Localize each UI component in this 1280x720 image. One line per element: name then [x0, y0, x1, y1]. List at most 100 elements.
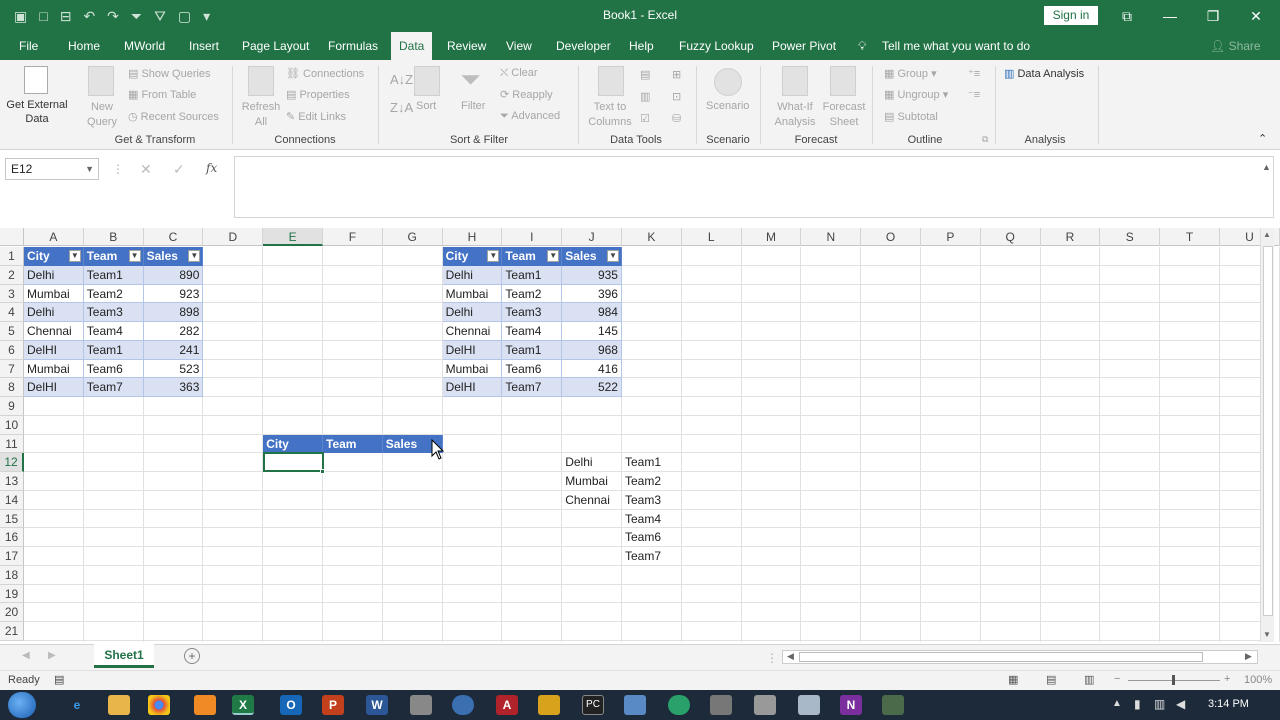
table-cell[interactable]: Team3	[502, 303, 563, 322]
tab-power-pivot[interactable]: Power Pivot	[772, 32, 836, 60]
vertical-scrollbar[interactable]: ▲ ▼	[1260, 228, 1274, 642]
filter-dropdown-icon[interactable]: ▼	[188, 250, 201, 262]
battery-icon[interactable]: ▮	[1134, 697, 1141, 711]
name-box[interactable]: E12 ▼	[5, 158, 99, 180]
show-detail-icon[interactable]: ⁺≡	[968, 67, 980, 80]
table-cell[interactable]: 145	[562, 322, 622, 341]
filter-dropdown-icon[interactable]: ▼	[606, 250, 619, 262]
show-hidden-icons[interactable]: ▲	[1112, 698, 1122, 709]
row-header-3[interactable]: 3	[0, 284, 24, 304]
volume-icon[interactable]: ◀	[1176, 697, 1185, 711]
browser-icon[interactable]	[452, 695, 474, 715]
advanced-button[interactable]: ⏷ Advanced	[500, 110, 560, 123]
fill-handle[interactable]	[320, 469, 325, 474]
ribbon-display-options-icon[interactable]: ⧉	[1112, 5, 1142, 27]
column-header-p[interactable]: P	[921, 228, 981, 246]
name-box-dropdown-icon[interactable]: ▼	[85, 159, 94, 179]
show-queries-button[interactable]: ▤ Show Queries	[128, 67, 211, 80]
flash-fill-icon[interactable]: ▤	[640, 68, 650, 81]
reapply-button[interactable]: ⟳ Reapply	[500, 88, 553, 101]
remove-duplicates-icon[interactable]: ▥	[640, 90, 650, 103]
outline-dialog-launcher-icon[interactable]: ⧉	[982, 134, 988, 145]
refresh-all-button[interactable]: Refresh All	[240, 100, 282, 130]
select-all-button[interactable]	[0, 228, 24, 246]
text-to-columns-button[interactable]: Text to Columns	[586, 100, 634, 130]
table-header-cell[interactable]: City	[263, 434, 323, 454]
relationships-icon[interactable]: ⊡	[672, 90, 681, 103]
row-header-2[interactable]: 2	[0, 265, 24, 285]
new-query-button[interactable]: New Query	[82, 100, 122, 130]
table-cell[interactable]: Team7	[83, 378, 144, 397]
formula-input[interactable]	[234, 156, 1274, 218]
table-cell[interactable]: Mumbai	[442, 359, 503, 379]
tab-data[interactable]: Data	[391, 32, 433, 60]
row-header-12[interactable]: 12	[0, 453, 24, 472]
column-header-d[interactable]: D	[203, 228, 264, 246]
tab-formulas[interactable]: Formulas	[328, 32, 378, 60]
zoom-slider-thumb[interactable]	[1172, 675, 1175, 685]
manage-data-model-icon[interactable]: ⛁	[672, 112, 681, 125]
table-cell[interactable]: Delhi	[442, 265, 503, 285]
filter-dropdown-icon[interactable]: ▼	[128, 250, 141, 262]
table-cell[interactable]: 522	[562, 378, 622, 397]
close-icon[interactable]: ✕	[1241, 5, 1271, 27]
table-header-cell[interactable]: Team	[323, 434, 383, 454]
column-header-q[interactable]: Q	[980, 228, 1041, 246]
row-header-1[interactable]: 1	[0, 247, 24, 266]
hide-detail-icon[interactable]: ⁻≡	[968, 88, 980, 101]
chrome-icon[interactable]	[148, 695, 170, 715]
what-if-analysis-button[interactable]: What-If Analysis	[768, 100, 822, 130]
list-item[interactable]: Team7	[622, 547, 682, 566]
macro-record-icon[interactable]: ▤	[54, 673, 64, 686]
table-cell[interactable]: DelHI	[24, 378, 84, 397]
filter-dropdown-icon[interactable]: ▼	[68, 250, 81, 262]
properties-button[interactable]: ▤ Properties	[286, 88, 350, 101]
table-cell[interactable]: Team7	[502, 378, 563, 397]
table-cell[interactable]: 523	[143, 359, 204, 379]
sort-za-icon[interactable]: Z↓A	[390, 100, 413, 115]
filter-dropdown-icon[interactable]: ▼	[487, 250, 500, 262]
next-sheet-icon[interactable]: ▶	[48, 650, 56, 661]
network-tool-icon[interactable]	[754, 695, 776, 715]
get-external-data-button[interactable]: Get External Data	[6, 98, 68, 126]
power-bi-icon[interactable]	[538, 695, 560, 715]
column-header-c[interactable]: C	[143, 228, 204, 246]
row-header-10[interactable]: 10	[0, 415, 24, 435]
table-cell[interactable]: DelHI	[24, 340, 84, 360]
from-table-button[interactable]: ▦ From Table	[128, 88, 196, 101]
column-header-g[interactable]: G	[382, 228, 443, 246]
list-item[interactable]: Team4	[622, 510, 682, 529]
vertical-scroll-thumb[interactable]	[1263, 246, 1273, 616]
column-header-e[interactable]: E	[263, 228, 323, 246]
cancel-icon[interactable]: ✕	[140, 161, 152, 178]
table-cell[interactable]: Delhi	[24, 265, 84, 285]
worksheet-grid[interactable]: ABCDEFGHIJKLMNOPQRSTU 1 2 3 4 5 6 7 8 9 10 11 12 13 1…	[0, 228, 1280, 642]
table-cell[interactable]: 416	[562, 359, 622, 379]
table-cell[interactable]: Team2	[502, 284, 563, 304]
table-cell[interactable]: 282	[143, 322, 204, 341]
tab-view[interactable]: View	[506, 32, 532, 60]
row-header-19[interactable]: 19	[0, 584, 24, 604]
scroll-right-icon[interactable]: ▶	[1245, 651, 1252, 662]
column-header-k[interactable]: K	[622, 228, 682, 246]
network-icon[interactable]: ▥	[1154, 697, 1165, 711]
ungroup-button[interactable]: ▦ Ungroup ▾	[884, 88, 948, 101]
paint-icon[interactable]	[798, 695, 820, 715]
table-cell[interactable]: 923	[143, 284, 204, 304]
table-cell[interactable]: 984	[562, 303, 622, 322]
row-header-6[interactable]: 6	[0, 340, 24, 360]
row-header-16[interactable]: 16	[0, 528, 24, 547]
tab-fuzzy-lookup[interactable]: Fuzzy Lookup	[679, 32, 754, 60]
row-header-8[interactable]: 8	[0, 378, 24, 397]
minimize-icon[interactable]: —	[1155, 5, 1185, 27]
consolidate-icon[interactable]: ⊞	[672, 68, 681, 81]
recent-sources-button[interactable]: ◷ Recent Sources	[128, 110, 219, 123]
pycharm-icon[interactable]: PC	[582, 695, 604, 715]
media-player-icon[interactable]	[194, 695, 216, 715]
zoom-in-icon[interactable]: +	[1224, 673, 1230, 685]
table-header-cell[interactable]: Team ▼	[502, 247, 563, 266]
share-button[interactable]: 👤︎ Share	[1210, 32, 1261, 60]
table-cell[interactable]: 968	[562, 340, 622, 360]
row-header-17[interactable]: 17	[0, 547, 24, 566]
scenario-button[interactable]: Scenario	[706, 100, 749, 112]
